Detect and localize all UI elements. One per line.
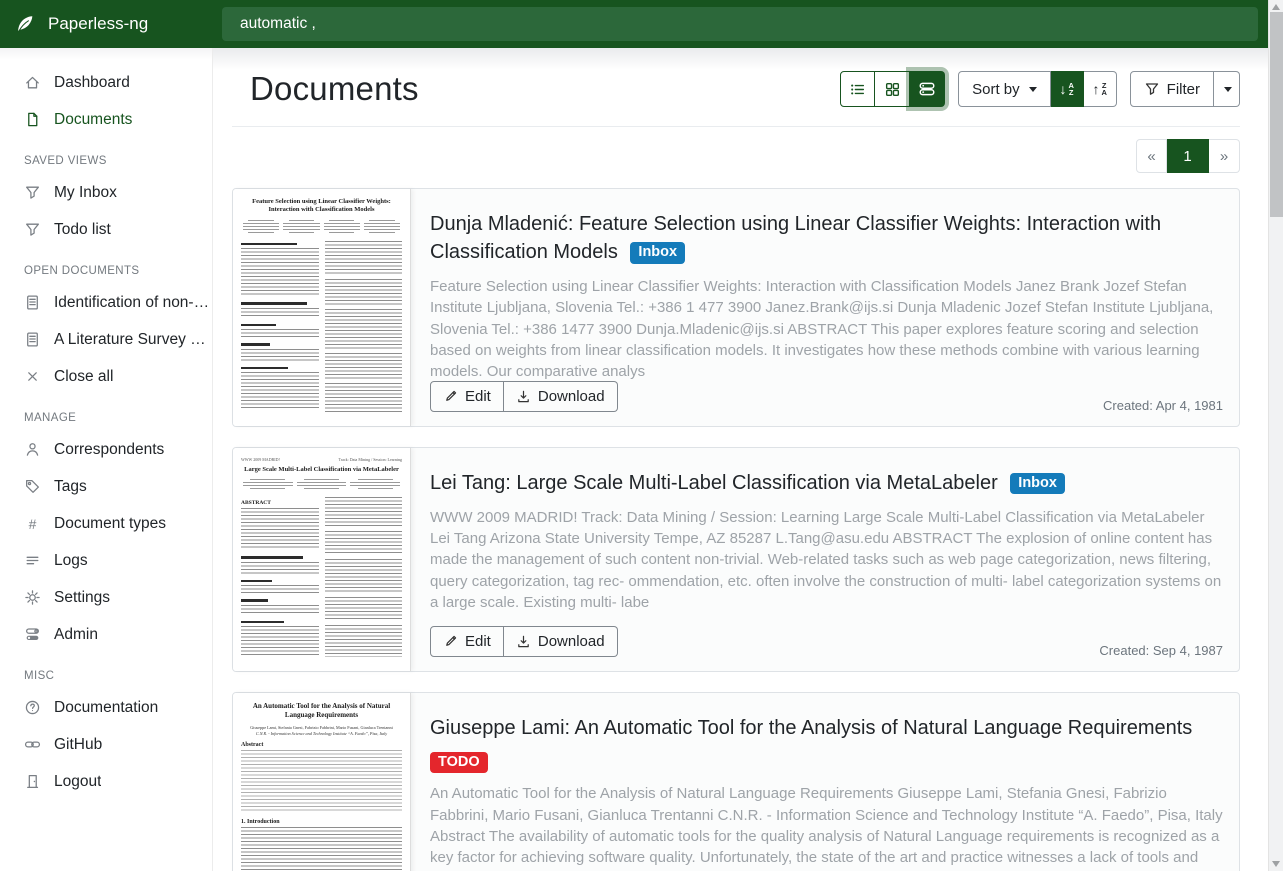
created-date: Created: Sep 4, 1987 bbox=[1099, 643, 1223, 658]
main-content: Documents Sort by bbox=[213, 48, 1268, 871]
document-title-link[interactable]: Giuseppe Lami: An Automatic Tool for the… bbox=[430, 714, 1223, 774]
document-card: Feature Selection using Linear Classifie… bbox=[232, 188, 1240, 427]
sidebar-item-todo-list[interactable]: Todo list bbox=[0, 211, 212, 248]
funnel-icon bbox=[24, 221, 41, 238]
tag-badge-inbox[interactable]: Inbox bbox=[1010, 473, 1065, 495]
sidebar-item-correspondents[interactable]: Correspondents bbox=[0, 431, 212, 468]
sidebar-item-close-all[interactable]: Close all bbox=[0, 358, 212, 395]
house-icon bbox=[24, 74, 41, 91]
x-icon bbox=[24, 368, 41, 385]
funnel-icon bbox=[24, 184, 41, 201]
page-title: Documents bbox=[250, 70, 419, 108]
app-header: Paperless-ng bbox=[0, 0, 1268, 48]
section-title-misc: MISC bbox=[0, 670, 212, 682]
tag-badge-todo[interactable]: TODO bbox=[430, 752, 488, 774]
pagination-next-button[interactable]: » bbox=[1209, 139, 1240, 173]
document-title-link[interactable]: Lei Tang: Large Scale Multi-Label Classi… bbox=[430, 469, 1223, 497]
view-table-button[interactable] bbox=[840, 71, 875, 107]
sidebar-item-my-inbox[interactable]: My Inbox bbox=[0, 174, 212, 211]
section-title-open-documents: OPEN DOCUMENTS bbox=[0, 265, 212, 277]
grid-icon bbox=[884, 81, 901, 98]
text-lines-icon bbox=[24, 552, 41, 569]
document-thumbnail[interactable]: An Automatic Tool for the Analysis of Na… bbox=[233, 693, 411, 871]
scrollbar-up-arrow[interactable] bbox=[1272, 4, 1280, 10]
document-thumbnail[interactable]: WWW 2009 MADRID! Track: Data Mining / Se… bbox=[233, 448, 411, 671]
file-icon bbox=[24, 111, 41, 128]
document-card: An Automatic Tool for the Analysis of Na… bbox=[232, 692, 1240, 871]
gear-icon bbox=[24, 589, 41, 606]
sidebar-item-settings[interactable]: Settings bbox=[0, 579, 212, 616]
edit-button[interactable]: Edit bbox=[430, 626, 504, 657]
brand-home-link[interactable]: Paperless-ng bbox=[14, 0, 148, 48]
hash-icon: # bbox=[24, 517, 41, 531]
toggles-icon bbox=[24, 626, 41, 643]
sidebar-item-open-doc-2[interactable]: A Literature Survey on ... bbox=[0, 321, 212, 358]
sort-alpha-down-icon: ↓ bbox=[1059, 82, 1066, 96]
document-card: WWW 2009 MADRID! Track: Data Mining / Se… bbox=[232, 447, 1240, 672]
document-title-link[interactable]: Dunja Mladenić: Feature Selection using … bbox=[430, 210, 1223, 266]
link-icon bbox=[24, 736, 41, 753]
document-snippet: Feature Selection using Linear Classifie… bbox=[430, 276, 1223, 382]
paperless-quill-icon bbox=[14, 13, 36, 35]
list-icon bbox=[849, 81, 866, 98]
download-icon bbox=[516, 389, 531, 404]
pagination-prev-button[interactable]: « bbox=[1136, 139, 1167, 173]
sidebar-item-logs[interactable]: Logs bbox=[0, 542, 212, 579]
brand-name: Paperless-ng bbox=[48, 14, 148, 34]
global-search-input[interactable] bbox=[222, 7, 1258, 41]
sort-alpha-up-icon: ↑ bbox=[1092, 82, 1099, 96]
funnel-icon bbox=[1144, 81, 1160, 97]
view-details-button[interactable] bbox=[910, 71, 945, 107]
sidebar-item-document-types[interactable]: # Document types bbox=[0, 505, 212, 542]
sort-by-dropdown[interactable]: Sort by bbox=[958, 71, 1051, 107]
download-icon bbox=[516, 634, 531, 649]
tag-badge-inbox[interactable]: Inbox bbox=[630, 242, 685, 264]
tag-icon bbox=[24, 478, 41, 495]
sidebar-item-logout[interactable]: Logout bbox=[0, 763, 212, 800]
pagination-page-1-button[interactable]: 1 bbox=[1167, 139, 1209, 173]
stack-icon bbox=[918, 80, 936, 98]
sidebar-item-documents[interactable]: Documents bbox=[0, 101, 212, 138]
sidebar-item-dashboard[interactable]: Dashboard bbox=[0, 64, 212, 101]
download-button[interactable]: Download bbox=[504, 381, 618, 412]
filter-dropdown-button[interactable] bbox=[1214, 71, 1240, 107]
sidebar-item-admin[interactable]: Admin bbox=[0, 616, 212, 653]
title-divider bbox=[232, 126, 1240, 127]
sidebar-item-github[interactable]: GitHub bbox=[0, 726, 212, 763]
document-snippet: An Automatic Tool for the Analysis of Na… bbox=[430, 783, 1223, 871]
sort-ascending-button[interactable]: ↓ A Z bbox=[1051, 71, 1084, 107]
file-text-icon bbox=[24, 294, 41, 311]
chevron-down-icon bbox=[1029, 87, 1037, 92]
filter-group: Filter bbox=[1130, 71, 1240, 107]
document-list: Feature Selection using Linear Classifie… bbox=[232, 188, 1240, 871]
file-text-icon bbox=[24, 331, 41, 348]
documents-toolbar: Sort by ↓ A Z ↑ Z A bbox=[840, 71, 1240, 107]
download-button[interactable]: Download bbox=[504, 626, 618, 657]
document-thumbnail[interactable]: Feature Selection using Linear Classifie… bbox=[233, 189, 411, 426]
view-mode-group bbox=[840, 71, 945, 107]
sort-descending-button[interactable]: ↑ Z A bbox=[1084, 71, 1117, 107]
section-title-saved-views: SAVED VIEWS bbox=[0, 155, 212, 167]
sort-group: Sort by ↓ A Z ↑ Z A bbox=[958, 71, 1117, 107]
edit-button[interactable]: Edit bbox=[430, 381, 504, 412]
section-title-manage: MANAGE bbox=[0, 412, 212, 424]
scrollbar-down-arrow[interactable] bbox=[1272, 861, 1280, 867]
document-snippet: WWW 2009 MADRID! Track: Data Mining / Se… bbox=[430, 507, 1223, 613]
door-icon bbox=[24, 773, 41, 790]
question-circle-icon bbox=[24, 699, 41, 716]
pencil-icon bbox=[443, 389, 458, 404]
pencil-icon bbox=[443, 634, 458, 649]
sidebar-item-open-doc-1[interactable]: Identification of non-fu... bbox=[0, 284, 212, 321]
sidebar-item-tags[interactable]: Tags bbox=[0, 468, 212, 505]
pagination: « 1 » bbox=[232, 139, 1240, 173]
view-grid-button[interactable] bbox=[875, 71, 910, 107]
vertical-scrollbar bbox=[1268, 0, 1283, 871]
person-icon bbox=[24, 441, 41, 458]
chevron-down-icon bbox=[1224, 87, 1232, 92]
sidebar: Dashboard Documents SAVED VIEWS My Inbox… bbox=[0, 48, 213, 871]
scrollbar-thumb[interactable] bbox=[1270, 12, 1283, 217]
sidebar-item-documentation[interactable]: Documentation bbox=[0, 689, 212, 726]
created-date: Created: Apr 4, 1981 bbox=[1103, 398, 1223, 413]
filter-button[interactable]: Filter bbox=[1130, 71, 1214, 107]
